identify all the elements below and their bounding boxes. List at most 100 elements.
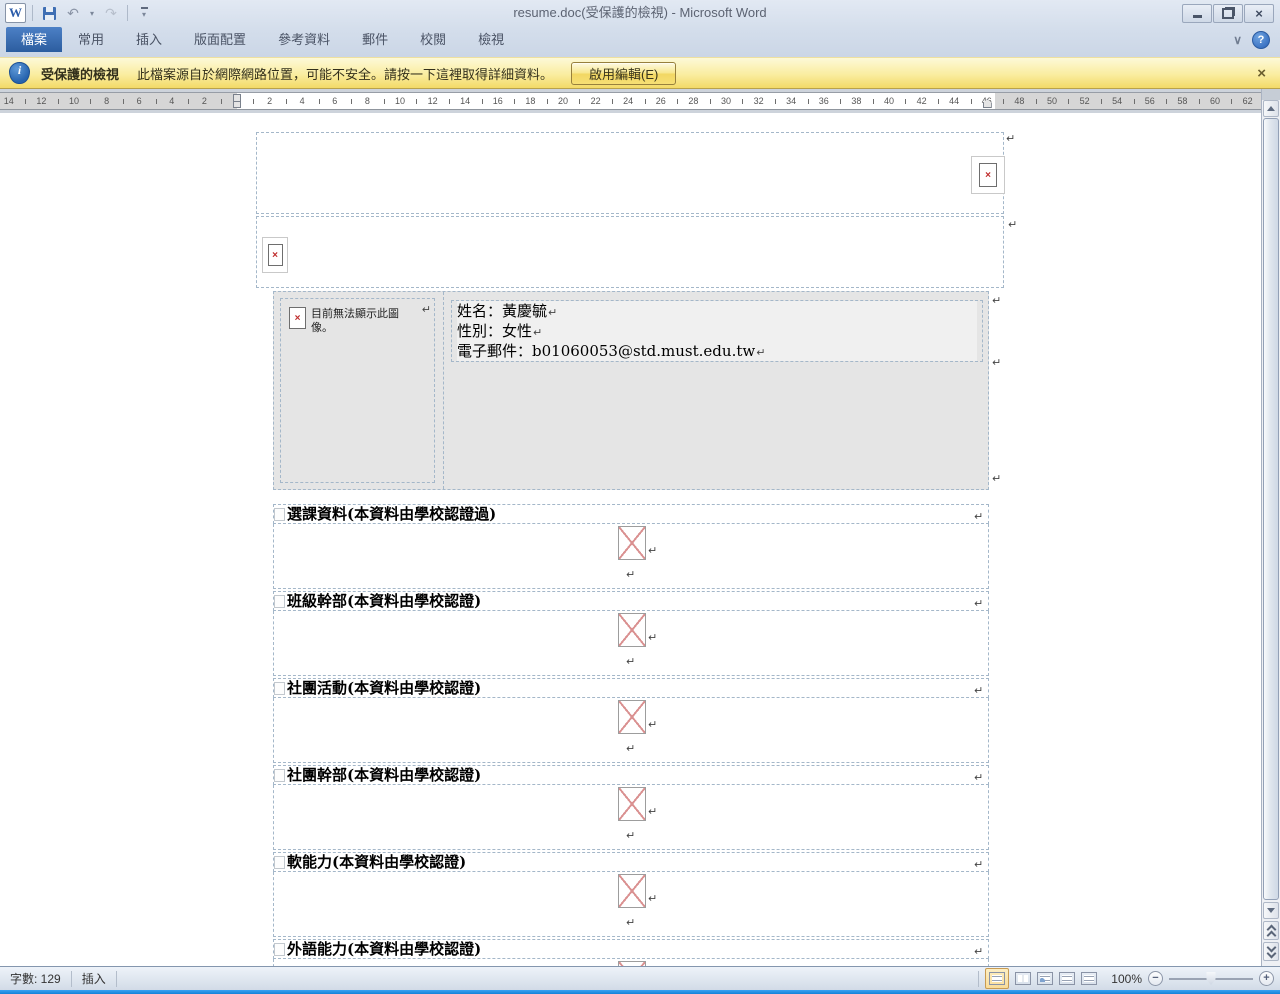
zoom-slider-thumb[interactable] xyxy=(1206,972,1216,985)
close-icon: × xyxy=(1255,5,1263,21)
close-button[interactable]: × xyxy=(1244,3,1274,23)
tab-review[interactable]: 校閱 xyxy=(404,27,462,52)
previous-page-button[interactable] xyxy=(1263,921,1279,940)
pilcrow-mark: ↵ xyxy=(421,303,431,316)
section-content-row: ↵ ↵ xyxy=(273,698,989,763)
section-content-row: ↵ ↵ xyxy=(273,959,989,966)
protected-view-text[interactable]: 此檔案源自於網際網路位置，可能不安全。請按一下這裡取得詳細資料。 xyxy=(137,64,553,83)
broken-image-x-icon: × xyxy=(289,307,306,329)
section-title: 外語能力(本資料由學校認證) xyxy=(287,940,482,958)
pilcrow-mark: ↵ xyxy=(626,916,636,929)
separator xyxy=(978,970,980,987)
scrollbar-thumb[interactable] xyxy=(1263,118,1279,900)
tab-insert[interactable]: 插入 xyxy=(120,27,178,52)
broken-image-placeholder xyxy=(618,874,646,908)
horizontal-ruler: 2 4 6 8 10 12 14 16 18 20 22 24 26 28 30 32 34 36 38 40 42 44… xyxy=(0,92,1261,110)
chevron-down-icon: ▾ xyxy=(89,8,94,18)
broken-image-x-icon: × xyxy=(979,163,997,187)
tab-view[interactable]: 檢視 xyxy=(462,27,520,52)
section-heading-row: 外語能力(本資料由學校認證) ↵ xyxy=(273,939,989,959)
tab-references[interactable]: 參考資料 xyxy=(262,27,346,52)
help-icon[interactable]: ? xyxy=(1252,30,1270,49)
section-title: 社團幹部(本資料由學校認證) xyxy=(287,766,482,784)
title-bar: W ↶ ▾ ↷ ▾ resume.doc(受保護的檢視) - Microsoft… xyxy=(0,0,1280,26)
pilcrow-mark: ↵ xyxy=(992,294,1002,307)
section-content-row: ↵ ↵ xyxy=(273,611,989,676)
certified-section: 社團活動(本資料由學校認證) ↵ ↵ ↵ xyxy=(273,678,989,765)
tab-file[interactable]: 檔案 xyxy=(6,27,63,52)
next-page-button[interactable] xyxy=(1263,942,1279,961)
pilcrow-mark: ↵ xyxy=(626,829,636,842)
undo-dropdown-button[interactable]: ▾ xyxy=(87,3,97,23)
zoom-out-button[interactable]: − xyxy=(1148,971,1163,986)
protected-view-message-bar: i 受保護的檢視 此檔案源自於網際網路位置，可能不安全。請按一下這裡取得詳細資料… xyxy=(0,57,1280,89)
insert-mode[interactable]: 插入 xyxy=(72,968,116,990)
section-heading-row: 社團幹部(本資料由學校認證) ↵ xyxy=(273,765,989,785)
section-title: 軟能力(本資料由學校認證) xyxy=(287,853,467,871)
customize-toolbar-icon: ▾ xyxy=(140,7,148,19)
customize-qat-button[interactable]: ▾ xyxy=(134,3,154,23)
minimize-ribbon-icon[interactable]: ∨ xyxy=(1233,33,1242,47)
document-area: × × ↵ ↵ ↵ ↵ ↵ × 目前無法顯示此圖像。 ↵ 姓名：黃慶毓↵ 性別：… xyxy=(0,113,1261,966)
minimize-button[interactable] xyxy=(1182,3,1212,23)
anchor-square-icon xyxy=(274,769,285,782)
pilcrow-mark: ↵ xyxy=(533,326,543,339)
anchor-square-icon xyxy=(274,682,285,695)
double-chevron-down-icon xyxy=(1266,948,1276,958)
profile-email-line: 電子郵件：b01060053@std.must.edu.tw↵ xyxy=(457,341,977,361)
second-frame: × xyxy=(256,216,1004,288)
restore-button[interactable] xyxy=(1213,3,1243,23)
outline-view-button[interactable] xyxy=(1059,972,1076,985)
section-heading-row: 軟能力(本資料由學校認證) ↵ xyxy=(273,852,989,872)
broken-image-x-icon: × xyxy=(267,244,283,266)
web-layout-view-button[interactable] xyxy=(1037,972,1054,985)
redo-button[interactable]: ↷ xyxy=(101,3,121,23)
scroll-up-button[interactable] xyxy=(1263,100,1279,117)
pilcrow-mark: ↵ xyxy=(1006,132,1016,145)
zoom-slider[interactable] xyxy=(1169,972,1253,985)
ruler-row: 2 4 6 8 10 12 14 16 18 20 22 24 26 28 30 32 34 36 38 40 42 44… xyxy=(0,89,1280,113)
status-bar-right: 100% − + xyxy=(978,968,1280,989)
word-logo-icon[interactable]: W xyxy=(5,3,26,23)
undo-button[interactable]: ↶ xyxy=(63,3,83,23)
word-application-window: W ↶ ▾ ↷ ▾ resume.doc(受保護的檢視) - Microsoft… xyxy=(0,0,1280,994)
anchor-square-icon xyxy=(274,508,285,521)
left-indent-marker[interactable] xyxy=(233,94,241,108)
pilcrow-mark: ↵ xyxy=(992,472,1002,485)
word-count[interactable]: 字數: 129 xyxy=(0,968,71,990)
section-heading-row: 社團活動(本資料由學校認證) ↵ xyxy=(273,678,989,698)
quick-access-toolbar: W ↶ ▾ ↷ ▾ xyxy=(0,0,154,26)
enable-editing-button[interactable]: 啟用編輯(E) xyxy=(571,61,677,85)
scroll-down-button[interactable] xyxy=(1263,902,1279,919)
ribbon-tab-row: 檔案 常用 插入 版面配置 參考資料 郵件 校閱 檢視 ∨ ? xyxy=(0,27,1280,57)
pilcrow-mark: ↵ xyxy=(626,742,636,755)
status-bar: 字數: 129 插入 100% − + xyxy=(0,966,1280,990)
image-placeholder-caption: 目前無法顯示此圖像。 xyxy=(311,308,399,334)
tab-home[interactable]: 常用 xyxy=(62,27,120,52)
save-button[interactable] xyxy=(39,3,59,23)
tab-mailings[interactable]: 郵件 xyxy=(346,27,404,52)
zoom-in-button[interactable]: + xyxy=(1259,971,1274,986)
zoom-level[interactable]: 100% xyxy=(1111,972,1142,986)
restore-icon xyxy=(1222,7,1234,19)
section-heading-row: 班級幹部(本資料由學校認證) ↵ xyxy=(273,591,989,611)
window-controls: × xyxy=(1182,3,1280,23)
taskbar-edge xyxy=(0,990,1280,994)
draft-view-button[interactable] xyxy=(1081,972,1098,985)
print-layout-view-button[interactable] xyxy=(985,968,1010,989)
certified-section: 選課資料(本資料由學校認證過) ↵ ↵ ↵ xyxy=(273,504,989,591)
message-bar-close-icon[interactable]: × xyxy=(1257,65,1266,82)
pilcrow-mark: ↵ xyxy=(992,356,1002,369)
certified-section: 軟能力(本資料由學校認證) ↵ ↵ ↵ xyxy=(273,852,989,939)
sections: 選課資料(本資料由學校認證過) ↵ ↵ ↵ 班級幹部(本資料由學校認證) ↵ ↵… xyxy=(273,504,989,966)
pilcrow-mark: ↵ xyxy=(626,568,636,581)
full-screen-reading-view-button[interactable] xyxy=(1015,972,1032,985)
section-content-row: ↵ ↵ xyxy=(273,785,989,850)
section-content-row: ↵ ↵ xyxy=(273,872,989,937)
section-title: 選課資料(本資料由學校認證過) xyxy=(287,505,497,523)
pilcrow-mark: ↵ xyxy=(648,631,658,644)
broken-image-placeholder xyxy=(618,700,646,734)
broken-image-placeholder: × xyxy=(971,156,1005,194)
window-chrome: W ↶ ▾ ↷ ▾ resume.doc(受保護的檢視) - Microsoft… xyxy=(0,0,1280,57)
tab-page-layout[interactable]: 版面配置 xyxy=(178,27,262,52)
